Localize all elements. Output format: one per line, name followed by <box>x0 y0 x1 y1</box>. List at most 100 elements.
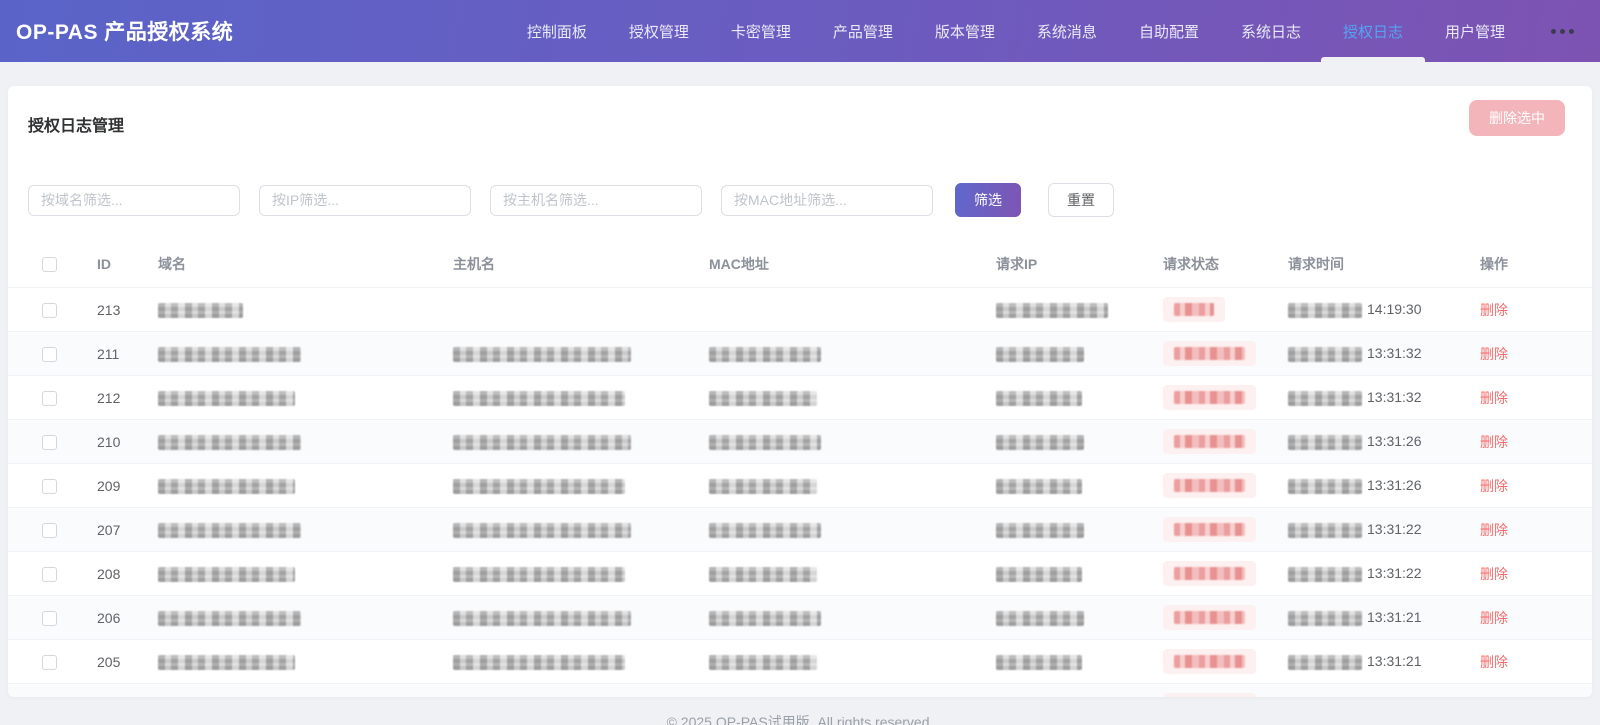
nav-item-4[interactable]: 产品管理 <box>833 0 893 62</box>
row-checkbox[interactable] <box>42 478 57 494</box>
row-hostname-redacted <box>453 566 625 582</box>
row-delete-link[interactable]: 删除 <box>1480 302 1508 318</box>
table-row: 205 13:31:21 删除 <box>8 639 1592 684</box>
row-checkbox[interactable] <box>42 346 57 362</box>
row-mac-redacted <box>709 478 817 494</box>
table-row: 213 14:19:30 删除 <box>8 287 1592 332</box>
table-row: 211 13:31:32 删除 <box>8 331 1592 376</box>
row-ip-redacted <box>996 566 1082 582</box>
nav-item-label: 版本管理 <box>934 23 995 41</box>
row-date-redacted <box>1288 610 1362 626</box>
row-id: 207 <box>97 521 121 538</box>
row-mac-redacted <box>709 346 821 362</box>
app-title: OP-PAS 产品授权系统 <box>16 21 234 44</box>
col-header-request-ip: 请求IP <box>996 256 1038 272</box>
row-time: 13:31:32 <box>1367 345 1422 362</box>
row-delete-link[interactable]: 删除 <box>1480 390 1508 406</box>
row-mac-redacted <box>709 654 817 670</box>
reset-button[interactable]: 重置 <box>1048 183 1114 217</box>
nav-item-1[interactable]: 控制面板 <box>527 0 587 62</box>
row-time: 13:31:22 <box>1367 565 1422 582</box>
row-hostname-redacted <box>453 434 631 450</box>
app-header: OP-PAS 产品授权系统 控制面板 授权管理 卡密管理 产品管理 版本管理 系… <box>0 0 1600 62</box>
row-delete-link[interactable]: 删除 <box>1480 478 1508 494</box>
row-delete-link[interactable]: 删除 <box>1480 434 1508 450</box>
row-status-badge <box>1163 605 1256 630</box>
nav-item-5[interactable]: 版本管理 <box>935 0 995 62</box>
ip-filter-input[interactable] <box>259 184 471 216</box>
footer-copyright: © 2025 OP-PAS试用版. All rights reserved. <box>666 714 934 725</box>
main-nav: 控制面板 授权管理 卡密管理 产品管理 版本管理 系统消息 自助配置 系统日志 … <box>527 0 1505 62</box>
row-checkbox[interactable] <box>42 302 57 318</box>
col-header-request-status: 请求状态 <box>1163 256 1219 272</box>
nav-more-button[interactable] <box>1551 0 1574 62</box>
nav-item-3[interactable]: 卡密管理 <box>731 0 791 62</box>
col-header-hostname: 主机名 <box>453 256 495 272</box>
row-status-redacted <box>1174 347 1245 360</box>
row-checkbox[interactable] <box>42 434 57 450</box>
mac-filter-input[interactable] <box>721 184 933 216</box>
row-ip-redacted <box>996 434 1084 450</box>
row-mac-redacted <box>709 434 821 450</box>
row-checkbox[interactable] <box>42 654 57 670</box>
row-status-badge <box>1163 693 1256 697</box>
row-delete-link[interactable]: 删除 <box>1480 610 1508 626</box>
row-checkbox[interactable] <box>42 566 57 582</box>
row-checkbox[interactable] <box>42 610 57 626</box>
row-delete-link[interactable]: 删除 <box>1480 522 1508 538</box>
row-hostname-redacted <box>453 610 631 626</box>
row-id: 208 <box>97 565 121 582</box>
row-status-badge <box>1163 341 1256 366</box>
nav-item-label: 卡密管理 <box>730 23 791 41</box>
nav-item-10[interactable]: 用户管理 <box>1445 0 1505 62</box>
row-id: 209 <box>97 477 121 494</box>
row-id: 210 <box>97 433 121 450</box>
row-domain-redacted <box>158 346 301 362</box>
nav-item-label: 授权日志 <box>1342 23 1403 41</box>
row-delete-link[interactable]: 删除 <box>1480 566 1508 582</box>
table-row: 209 13:31:26 删除 <box>8 463 1592 508</box>
row-id: 212 <box>97 389 121 406</box>
nav-item-label: 系统消息 <box>1036 23 1097 41</box>
row-delete-link[interactable]: 删除 <box>1480 346 1508 362</box>
table-row <box>8 683 1592 697</box>
nav-item-7[interactable]: 自助配置 <box>1139 0 1199 62</box>
row-checkbox[interactable] <box>42 522 57 538</box>
row-date-redacted <box>1288 522 1362 538</box>
domain-filter-input[interactable] <box>28 184 240 216</box>
col-header-request-time: 请求时间 <box>1288 256 1344 272</box>
row-checkbox[interactable] <box>42 390 57 406</box>
table-row: 212 13:31:32 删除 <box>8 375 1592 420</box>
row-time: 13:31:26 <box>1367 477 1422 494</box>
auth-log-card: 授权日志管理 删除选中 筛选 重置 ID 域名 主机名 MAC地址 <box>8 86 1592 697</box>
row-mac-redacted <box>709 390 817 406</box>
row-ip-redacted <box>996 610 1084 626</box>
table-row: 210 13:31:26 删除 <box>8 419 1592 464</box>
row-date-redacted <box>1288 434 1362 450</box>
nav-item-label: 系统日志 <box>1240 23 1301 41</box>
row-date-redacted <box>1288 566 1362 582</box>
row-ip-redacted <box>996 302 1108 318</box>
row-domain-redacted <box>158 522 301 538</box>
nav-item-8[interactable]: 系统日志 <box>1241 0 1301 62</box>
nav-item-2[interactable]: 授权管理 <box>629 0 689 62</box>
row-domain-redacted <box>158 390 295 406</box>
row-date-redacted <box>1288 654 1362 670</box>
row-domain-redacted <box>158 302 243 318</box>
nav-item-6[interactable]: 系统消息 <box>1037 0 1097 62</box>
row-delete-link[interactable]: 删除 <box>1480 654 1508 670</box>
hostname-filter-input[interactable] <box>490 184 702 216</box>
row-time: 13:31:21 <box>1367 653 1422 670</box>
select-all-checkbox[interactable] <box>42 257 57 273</box>
col-header-mac: MAC地址 <box>709 256 769 272</box>
nav-item-label: 授权管理 <box>628 23 689 41</box>
row-status-redacted <box>1174 567 1245 580</box>
row-hostname-redacted <box>453 390 625 406</box>
delete-selected-button[interactable]: 删除选中 <box>1469 100 1565 136</box>
nav-item-9[interactable]: 授权日志 <box>1320 0 1426 62</box>
row-ip-redacted <box>996 654 1082 670</box>
row-time: 13:31:32 <box>1367 389 1422 406</box>
row-hostname-redacted <box>453 346 631 362</box>
filter-button[interactable]: 筛选 <box>955 183 1021 217</box>
log-table-body: 213 14:19:30 删除 211 13:31:32 删除 212 13:3… <box>8 287 1592 697</box>
